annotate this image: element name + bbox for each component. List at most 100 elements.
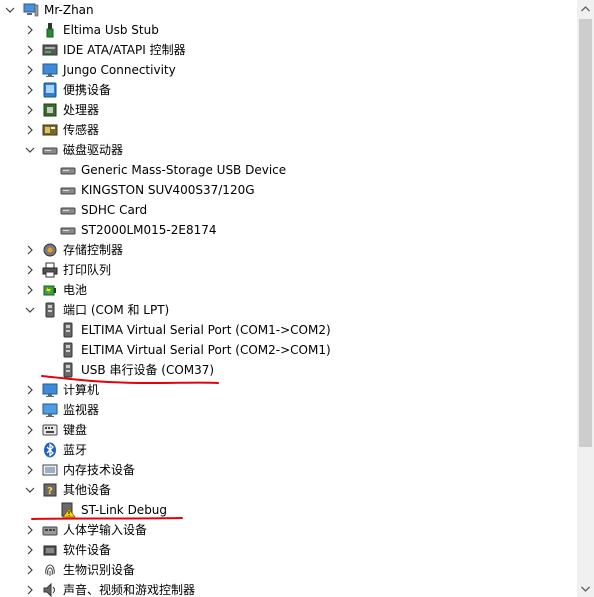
chevron-right-icon[interactable] <box>25 520 35 540</box>
tree-item-sdhc-card[interactable]: SDHC Card <box>0 200 577 220</box>
chevron-down-icon[interactable] <box>25 140 35 160</box>
tree-item-print-queues[interactable]: 打印队列 <box>0 260 577 280</box>
device-tree: Mr-Zhan Eltima Usb Stub IDE ATA/ATAPI 控制… <box>0 0 577 597</box>
tree-item-computer[interactable]: 计算机 <box>0 380 577 400</box>
tree-item-label: 键盘 <box>63 423 88 437</box>
tree-item-label: 蓝牙 <box>63 443 88 457</box>
chevron-right-icon[interactable] <box>25 60 35 80</box>
svg-text:?: ? <box>47 486 53 497</box>
tree-item-label: 磁盘驱动器 <box>63 143 124 157</box>
tree-item-jungo[interactable]: Jungo Connectivity <box>0 60 577 80</box>
scroll-up-button[interactable] <box>577 0 594 17</box>
fingerprint-icon <box>42 562 58 578</box>
chevron-right-icon[interactable] <box>25 280 35 300</box>
tree-item-label: 存储控制器 <box>63 243 124 257</box>
tree-item-label: 计算机 <box>63 383 100 397</box>
storage-controller-icon <box>42 242 58 258</box>
tree-item-generic-mass-storage[interactable]: Generic Mass-Storage USB Device <box>0 160 577 180</box>
chevron-down-icon <box>581 586 590 592</box>
disk-drive-icon <box>60 182 76 198</box>
tree-item-storage-controllers[interactable]: 存储控制器 <box>0 240 577 260</box>
tree-item-batteries[interactable]: 电池 <box>0 280 577 300</box>
unknown-device-icon: ? <box>42 482 58 498</box>
chevron-right-icon[interactable] <box>25 240 35 260</box>
tree-root-label: Mr-Zhan <box>44 3 94 17</box>
chevron-right-icon[interactable] <box>25 440 35 460</box>
chevron-right-icon[interactable] <box>25 560 35 580</box>
tree-item-label: Generic Mass-Storage USB Device <box>81 163 287 177</box>
sensor-icon <box>42 122 58 138</box>
tree-item-other-devices[interactable]: ? 其他设备 <box>0 480 577 500</box>
chevron-right-icon[interactable] <box>25 20 35 40</box>
tree-item-label: IDE ATA/ATAPI 控制器 <box>63 43 186 57</box>
chevron-right-icon[interactable] <box>25 40 35 60</box>
computer-root-icon <box>23 2 39 18</box>
disk-drive-icon <box>42 142 58 158</box>
port-icon <box>60 342 76 358</box>
hid-icon <box>42 522 58 538</box>
chevron-right-icon[interactable] <box>25 80 35 100</box>
tree-item-label: 声音、视频和游戏控制器 <box>63 583 196 597</box>
tree-item-label: Jungo Connectivity <box>63 63 176 77</box>
chevron-down-icon[interactable] <box>25 300 35 320</box>
chevron-right-icon[interactable] <box>25 540 35 560</box>
tree-item-hid[interactable]: 人体学输入设备 <box>0 520 577 540</box>
scroll-down-button[interactable] <box>577 580 594 597</box>
tree-item-eltima-com1[interactable]: ELTIMA Virtual Serial Port (COM1->COM2) <box>0 320 577 340</box>
tree-item-sensors[interactable]: 传感器 <box>0 120 577 140</box>
chevron-right-icon[interactable] <box>25 400 35 420</box>
chevron-right-icon[interactable] <box>25 100 35 120</box>
tree-item-disk-drives[interactable]: 磁盘驱动器 <box>0 140 577 160</box>
tree-item-keyboards[interactable]: 键盘 <box>0 420 577 440</box>
chevron-right-icon[interactable] <box>25 460 35 480</box>
tree-item-sound-video-game[interactable]: 声音、视频和游戏控制器 <box>0 580 577 597</box>
tree-item-label: 软件设备 <box>63 543 112 557</box>
chevron-right-icon[interactable] <box>25 260 35 280</box>
tree-item-software-devices[interactable]: 软件设备 <box>0 540 577 560</box>
tree-item-label: 生物识别设备 <box>63 563 136 577</box>
tree-item-eltima-usb-stub[interactable]: Eltima Usb Stub <box>0 20 577 40</box>
tree-item-memory-devices[interactable]: 内存技术设备 <box>0 460 577 480</box>
bluetooth-icon <box>42 442 58 458</box>
tree-item-kingston[interactable]: KINGSTON SUV400S37/120G <box>0 180 577 200</box>
chevron-right-icon[interactable] <box>25 420 35 440</box>
tree-item-eltima-com2[interactable]: ELTIMA Virtual Serial Port (COM2->COM1) <box>0 340 577 360</box>
tree-item-label: 传感器 <box>63 123 100 137</box>
chevron-right-icon[interactable] <box>25 580 35 597</box>
tree-item-ports[interactable]: 端口 (COM 和 LPT) <box>0 300 577 320</box>
tree-item-label: 监视器 <box>63 403 100 417</box>
portable-device-icon <box>42 82 58 98</box>
port-icon <box>42 302 58 318</box>
tree-root[interactable]: Mr-Zhan <box>0 0 577 20</box>
tree-item-label: ELTIMA Virtual Serial Port (COM1->COM2) <box>81 323 331 337</box>
battery-icon <box>42 282 58 298</box>
port-icon <box>60 322 76 338</box>
chevron-right-icon[interactable] <box>25 380 35 400</box>
scrollbar-thumb[interactable] <box>579 19 592 447</box>
tree-item-processors[interactable]: 处理器 <box>0 100 577 120</box>
keyboard-icon <box>42 422 58 438</box>
tree-item-monitors[interactable]: 监视器 <box>0 400 577 420</box>
tree-item-ide-controller[interactable]: IDE ATA/ATAPI 控制器 <box>0 40 577 60</box>
tree-item-bluetooth[interactable]: 蓝牙 <box>0 440 577 460</box>
disk-drive-icon <box>60 222 76 238</box>
tree-item-label: KINGSTON SUV400S37/120G <box>81 183 255 197</box>
ide-controller-icon <box>42 42 58 58</box>
vertical-scrollbar[interactable] <box>577 0 594 597</box>
sound-icon <box>42 582 58 597</box>
printer-icon <box>42 262 58 278</box>
memory-device-icon <box>42 462 58 478</box>
monitor-icon <box>42 402 58 418</box>
processor-icon <box>42 102 58 118</box>
usb-icon <box>42 22 58 38</box>
chevron-down-icon[interactable] <box>25 480 35 500</box>
tree-item-portable-devices[interactable]: 便携设备 <box>0 80 577 100</box>
tree-item-label: 其他设备 <box>63 483 112 497</box>
tree-item-st2000[interactable]: ST2000LM015-2E8174 <box>0 220 577 240</box>
tree-item-label: 便携设备 <box>63 83 112 97</box>
tree-item-label: 处理器 <box>63 103 100 117</box>
tree-item-biometric[interactable]: 生物识别设备 <box>0 560 577 580</box>
chevron-right-icon[interactable] <box>25 120 35 140</box>
chevron-down-icon[interactable] <box>5 0 15 20</box>
software-device-icon <box>42 542 58 558</box>
